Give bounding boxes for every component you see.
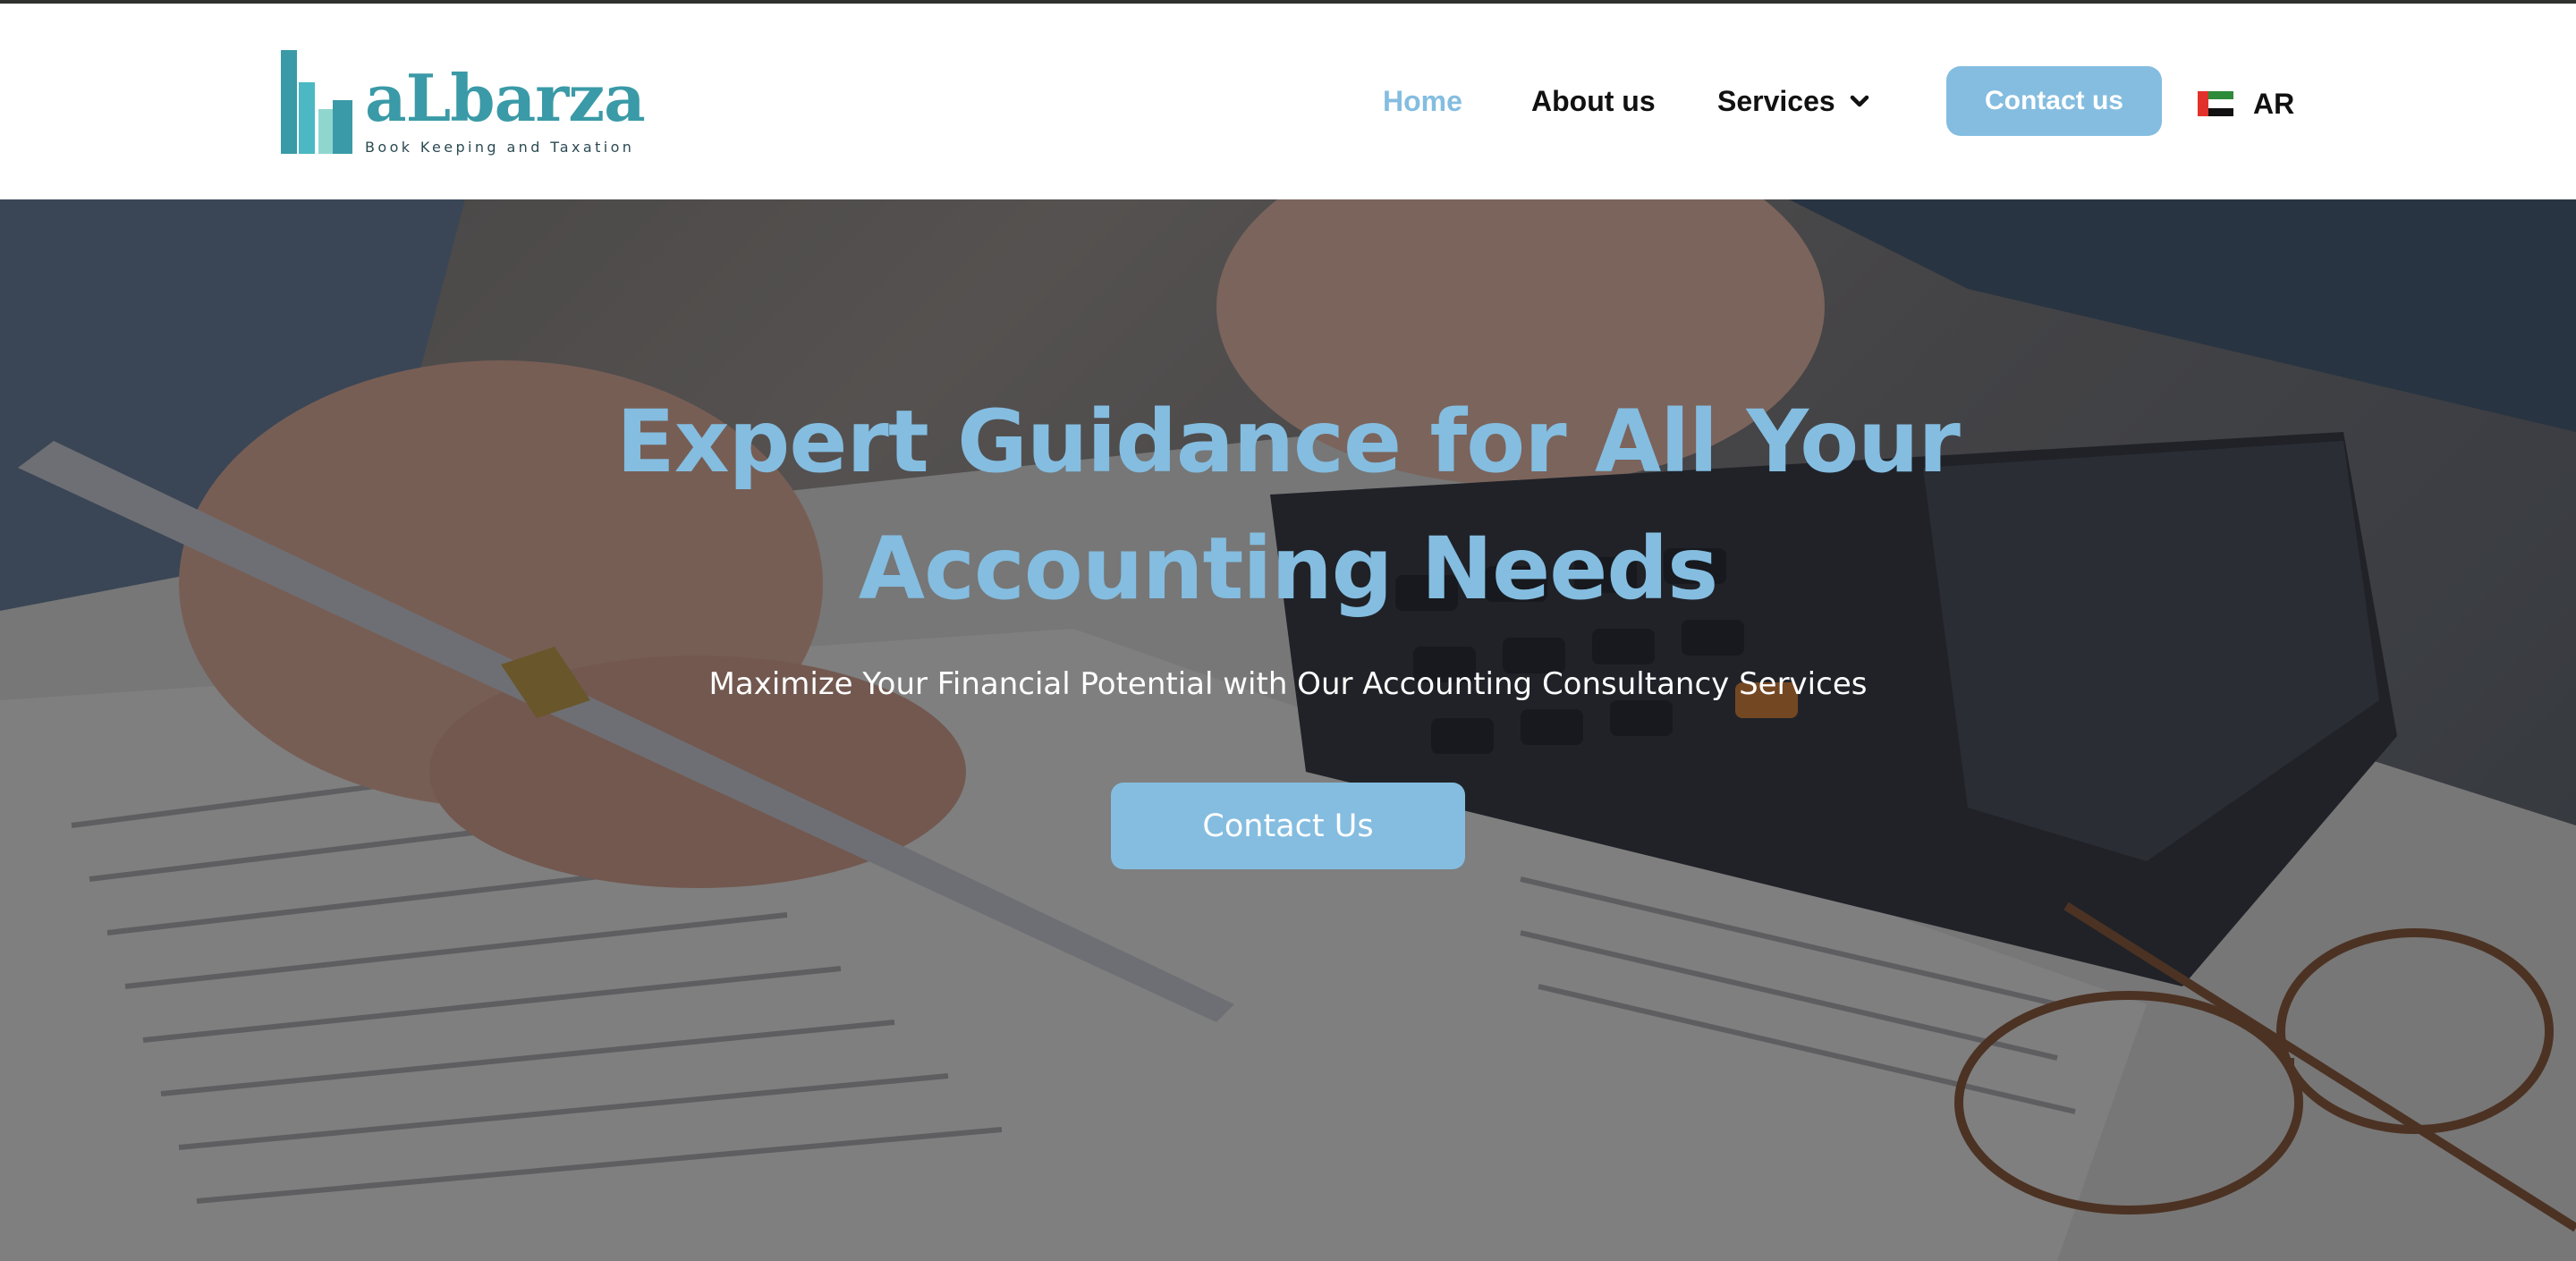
language-label: AR xyxy=(2253,87,2295,120)
language-switcher[interactable]: AR xyxy=(2198,88,2294,120)
chevron-down-icon[interactable] xyxy=(1848,93,1871,111)
hero-contact-button[interactable]: Contact Us xyxy=(1111,783,1465,869)
uae-flag-icon xyxy=(2198,91,2233,116)
nav-services[interactable]: Services xyxy=(1717,83,1835,119)
logo-bars-icon xyxy=(281,50,352,154)
hero-section: Expert Guidance for All Your Accounting … xyxy=(0,199,2576,1261)
brand-logo[interactable]: aLbarza Book Keeping and Taxation xyxy=(279,47,646,161)
site-header: aLbarza Book Keeping and Taxation Home A… xyxy=(0,4,2576,199)
nav-about-us[interactable]: About us xyxy=(1531,83,1656,119)
nav-home[interactable]: Home xyxy=(1383,83,1462,119)
brand-tagline: Book Keeping and Taxation xyxy=(365,139,635,156)
contact-us-button[interactable]: Contact us xyxy=(1946,66,2162,136)
hero-title: Expert Guidance for All Your Accounting … xyxy=(616,392,1961,619)
hero-subtitle: Maximize Your Financial Potential with O… xyxy=(708,666,1868,702)
brand-name: aLbarza xyxy=(365,60,646,136)
hero-dark-overlay xyxy=(0,199,2576,1261)
